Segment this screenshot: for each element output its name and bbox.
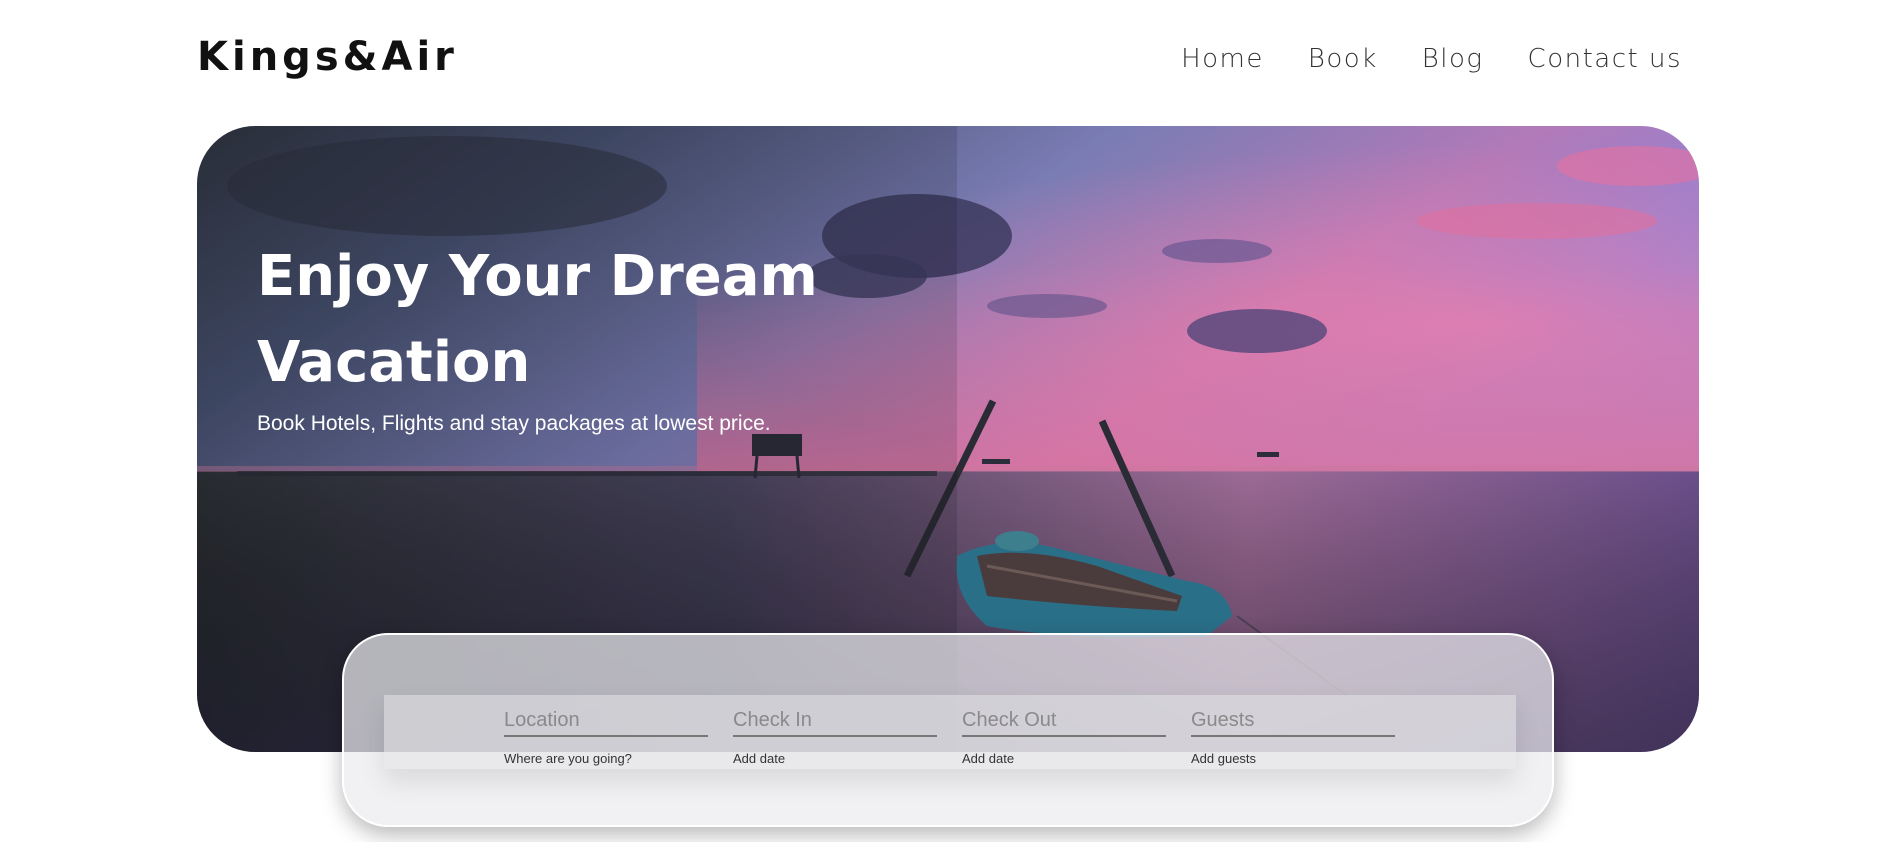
check-out-input[interactable]: [962, 705, 1166, 737]
page: Kings&Air Home Book Blog Contact us Enjo…: [0, 0, 1886, 842]
main-nav: Home Book Blog Contact us: [1181, 44, 1682, 74]
check-out-field: Add date: [962, 705, 1166, 766]
hero-title: Enjoy Your Dream Vacation: [257, 244, 818, 395]
guests-hint: Add guests: [1191, 751, 1257, 766]
guests-field: Add guests: [1191, 705, 1395, 766]
search-panel: Where are you going? Add date Add date A…: [342, 633, 1554, 827]
nav-blog[interactable]: Blog: [1422, 44, 1484, 74]
check-out-hint: Add date: [962, 751, 1015, 766]
nav-home[interactable]: Home: [1181, 44, 1264, 74]
location-field: Where are you going?: [504, 705, 708, 766]
check-in-field: Add date: [733, 705, 937, 766]
guests-input[interactable]: [1191, 705, 1395, 737]
nav-contact[interactable]: Contact us: [1528, 44, 1682, 74]
brand-logo[interactable]: Kings&Air: [197, 34, 458, 80]
check-in-input[interactable]: [733, 705, 937, 737]
location-hint: Where are you going?: [504, 751, 632, 766]
check-in-hint: Add date: [733, 751, 786, 766]
location-input[interactable]: [504, 705, 708, 737]
hero-subtitle: Book Hotels, Flights and stay packages a…: [257, 412, 771, 435]
nav-book[interactable]: Book: [1308, 44, 1378, 74]
